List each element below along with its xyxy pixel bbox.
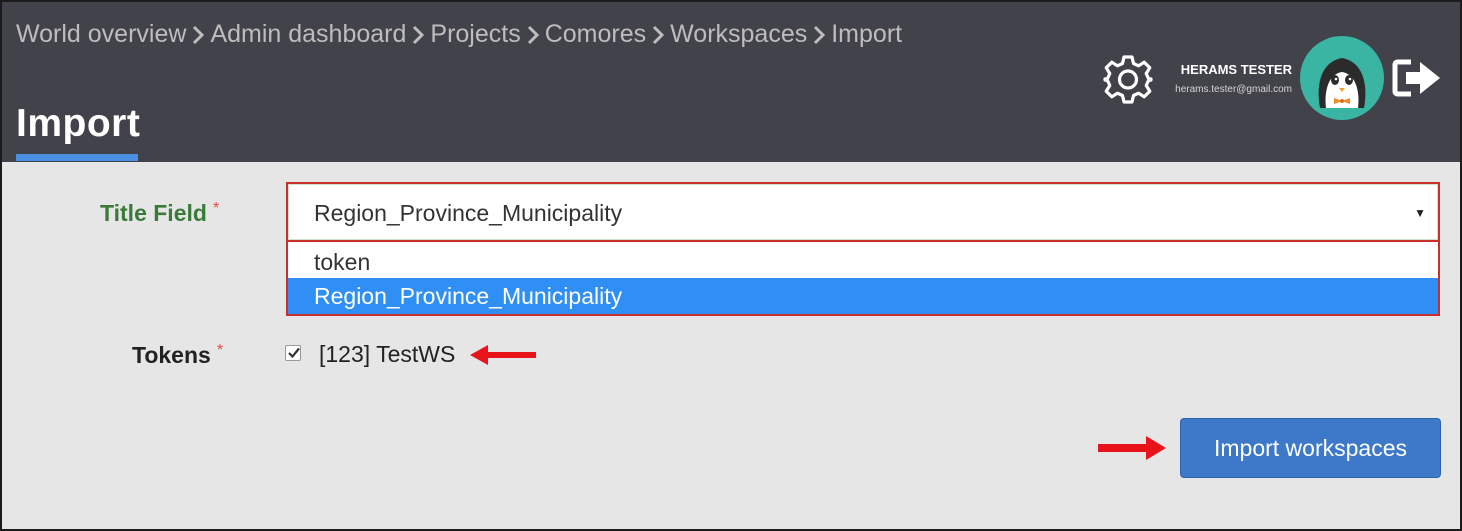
chevron-right-icon [807, 16, 831, 52]
logout-icon[interactable] [1392, 56, 1444, 100]
import-page: World overview Admin dashboard Projects … [0, 0, 1462, 531]
tokens-label: Tokens * [132, 342, 223, 369]
page-title: Import [16, 102, 141, 145]
title-field-option[interactable]: token [288, 244, 1438, 280]
arrow-right-annotation-icon [1098, 436, 1166, 460]
breadcrumb-projects[interactable]: Projects [430, 20, 520, 49]
title-field-dropdown: token Region_Province_Municipality [286, 242, 1440, 316]
title-field-select[interactable]: Region_Province_Municipality ▼ [286, 182, 1440, 242]
breadcrumb: World overview Admin dashboard Projects … [16, 16, 902, 52]
page-header: World overview Admin dashboard Projects … [2, 2, 1460, 162]
token-checkbox[interactable] [285, 345, 301, 361]
title-field-selected-value: Region_Province_Municipality [314, 200, 623, 226]
breadcrumb-import: Import [831, 19, 903, 48]
chevron-right-icon [646, 16, 670, 52]
import-form: Title Field * Region_Province_Municipalit… [2, 162, 1460, 529]
user-email: herams.tester@gmail.com [1175, 84, 1292, 95]
required-marker: * [212, 200, 220, 217]
chevron-right-icon [521, 16, 545, 52]
breadcrumb-comores[interactable]: Comores [545, 20, 646, 49]
token-label: [123] TestWS [319, 341, 456, 367]
chevron-right-icon [186, 16, 210, 52]
title-field-option-selected[interactable]: Region_Province_Municipality [288, 278, 1438, 314]
import-workspaces-button[interactable]: Import workspaces [1180, 418, 1441, 478]
penguin-avatar-icon[interactable] [1300, 36, 1384, 120]
breadcrumb-world-overview[interactable]: World overview [16, 20, 186, 49]
chevron-right-icon [406, 16, 430, 52]
tokens-label-text: Tokens [132, 342, 211, 368]
checkmark-icon [288, 347, 300, 359]
title-field-label: Title Field * [100, 200, 219, 227]
required-marker: * [216, 342, 224, 359]
caret-down-icon: ▼ [1414, 206, 1426, 220]
title-field-label-text: Title Field [100, 200, 207, 226]
active-tab-indicator [16, 154, 138, 161]
gear-icon[interactable] [1102, 53, 1154, 105]
breadcrumb-workspaces[interactable]: Workspaces [670, 20, 807, 49]
user-name: HERAMS TESTER [1180, 62, 1292, 77]
breadcrumb-admin-dashboard[interactable]: Admin dashboard [210, 20, 406, 49]
arrow-left-annotation-icon [470, 345, 536, 365]
